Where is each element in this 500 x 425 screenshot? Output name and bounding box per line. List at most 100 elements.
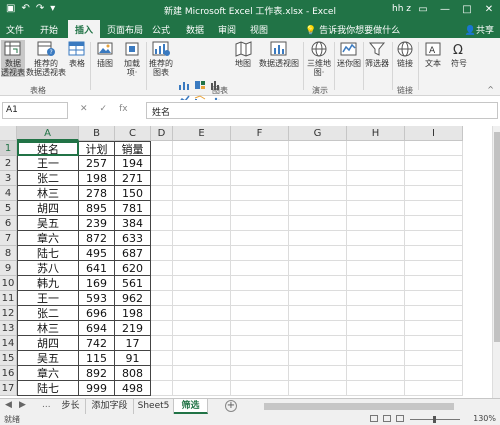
cell-g9[interactable]: [289, 261, 347, 276]
cell-d2[interactable]: [151, 156, 173, 171]
cell-c9[interactable]: 620: [115, 261, 151, 276]
cell-d11[interactable]: [151, 291, 173, 306]
illustrations-button[interactable]: 插图: [93, 40, 117, 68]
column-chart-icon[interactable]: [178, 80, 190, 90]
cell-e11[interactable]: [173, 291, 231, 306]
cell-c5[interactable]: 781: [115, 201, 151, 216]
cell-a1[interactable]: 姓名: [17, 141, 79, 156]
cell-b10[interactable]: 169: [79, 276, 115, 291]
cell-a15[interactable]: 吴五: [17, 351, 79, 366]
cell-f8[interactable]: [231, 246, 289, 261]
sheet-tab[interactable]: 步长: [56, 399, 86, 414]
cell-c17[interactable]: 498: [115, 381, 151, 396]
cell-d6[interactable]: [151, 216, 173, 231]
cell-h14[interactable]: [347, 336, 405, 351]
cell-f11[interactable]: [231, 291, 289, 306]
cell-i12[interactable]: [405, 306, 463, 321]
column-header-h[interactable]: H: [347, 126, 405, 141]
cell-h11[interactable]: [347, 291, 405, 306]
symbol-button[interactable]: Ω 符号: [448, 40, 470, 68]
cell-i14[interactable]: [405, 336, 463, 351]
cell-c1[interactable]: 销量: [115, 141, 151, 156]
row-header-13[interactable]: 13: [0, 321, 17, 336]
cell-b9[interactable]: 641: [79, 261, 115, 276]
cell-h7[interactable]: [347, 231, 405, 246]
cell-a10[interactable]: 韩九: [17, 276, 79, 291]
cell-e12[interactable]: [173, 306, 231, 321]
cell-f3[interactable]: [231, 171, 289, 186]
sheet-tab-active[interactable]: 筛选: [174, 399, 208, 414]
insert-function-icon[interactable]: fx: [119, 104, 128, 114]
close-icon[interactable]: ✕: [478, 0, 500, 20]
cell-c7[interactable]: 633: [115, 231, 151, 246]
cell-b5[interactable]: 895: [79, 201, 115, 216]
cell-a17[interactable]: 陆七: [17, 381, 79, 396]
cell-f12[interactable]: [231, 306, 289, 321]
pivot-chart-button[interactable]: 数据透视图: [257, 40, 301, 68]
tab-review[interactable]: 审阅: [218, 23, 236, 36]
cancel-icon[interactable]: ✕: [80, 104, 88, 114]
cell-f7[interactable]: [231, 231, 289, 246]
column-header-d[interactable]: D: [151, 126, 173, 141]
cell-i3[interactable]: [405, 171, 463, 186]
cell-e3[interactable]: [173, 171, 231, 186]
cell-a13[interactable]: 林三: [17, 321, 79, 336]
cell-a16[interactable]: 章六: [17, 366, 79, 381]
cell-h10[interactable]: [347, 276, 405, 291]
pivot-table-button[interactable]: 数据 透视表: [1, 40, 25, 77]
row-header-10[interactable]: 10: [0, 276, 17, 291]
maximize-icon[interactable]: □: [456, 0, 478, 20]
cell-e6[interactable]: [173, 216, 231, 231]
cell-i15[interactable]: [405, 351, 463, 366]
cell-h1[interactable]: [347, 141, 405, 156]
cell-h6[interactable]: [347, 216, 405, 231]
recommended-pivot-button[interactable]: ? 推荐的 数据透视表: [26, 40, 66, 77]
cell-c11[interactable]: 962: [115, 291, 151, 306]
row-header-6[interactable]: 6: [0, 216, 17, 231]
cell-f5[interactable]: [231, 201, 289, 216]
row-header-17[interactable]: 17: [0, 381, 17, 396]
cell-f17[interactable]: [231, 381, 289, 396]
enter-icon[interactable]: ✓: [100, 104, 108, 114]
sparklines-button[interactable]: 迷你图: [336, 40, 362, 68]
sheet-tab[interactable]: Sheet5: [134, 399, 174, 414]
recommended-charts-button[interactable]: 推荐的 图表: [148, 40, 174, 77]
cell-h16[interactable]: [347, 366, 405, 381]
cell-d3[interactable]: [151, 171, 173, 186]
cell-i11[interactable]: [405, 291, 463, 306]
cell-d8[interactable]: [151, 246, 173, 261]
cell-e15[interactable]: [173, 351, 231, 366]
cell-g6[interactable]: [289, 216, 347, 231]
cell-a7[interactable]: 章六: [17, 231, 79, 246]
cell-f1[interactable]: [231, 141, 289, 156]
tab-file[interactable]: 文件: [6, 23, 24, 36]
cell-e9[interactable]: [173, 261, 231, 276]
cell-g2[interactable]: [289, 156, 347, 171]
select-all-corner[interactable]: [0, 126, 17, 141]
cell-c3[interactable]: 271: [115, 171, 151, 186]
text-button[interactable]: A 文本: [422, 40, 444, 68]
cell-e4[interactable]: [173, 186, 231, 201]
cell-d4[interactable]: [151, 186, 173, 201]
cell-i9[interactable]: [405, 261, 463, 276]
cell-d15[interactable]: [151, 351, 173, 366]
cell-h5[interactable]: [347, 201, 405, 216]
more-sheets-button[interactable]: ...: [42, 400, 51, 410]
zoom-level[interactable]: 130%: [473, 414, 496, 423]
cell-c10[interactable]: 561: [115, 276, 151, 291]
cell-a2[interactable]: 王一: [17, 156, 79, 171]
add-sheet-button[interactable]: +: [225, 400, 237, 412]
cell-e7[interactable]: [173, 231, 231, 246]
user-name[interactable]: hh z: [392, 4, 411, 14]
cell-d12[interactable]: [151, 306, 173, 321]
cell-i13[interactable]: [405, 321, 463, 336]
cell-g13[interactable]: [289, 321, 347, 336]
addins-button[interactable]: 加载 项·: [120, 40, 144, 77]
cell-b16[interactable]: 892: [79, 366, 115, 381]
row-header-15[interactable]: 15: [0, 351, 17, 366]
cell-g3[interactable]: [289, 171, 347, 186]
cell-d7[interactable]: [151, 231, 173, 246]
cell-b13[interactable]: 694: [79, 321, 115, 336]
cell-a4[interactable]: 林三: [17, 186, 79, 201]
cell-d5[interactable]: [151, 201, 173, 216]
